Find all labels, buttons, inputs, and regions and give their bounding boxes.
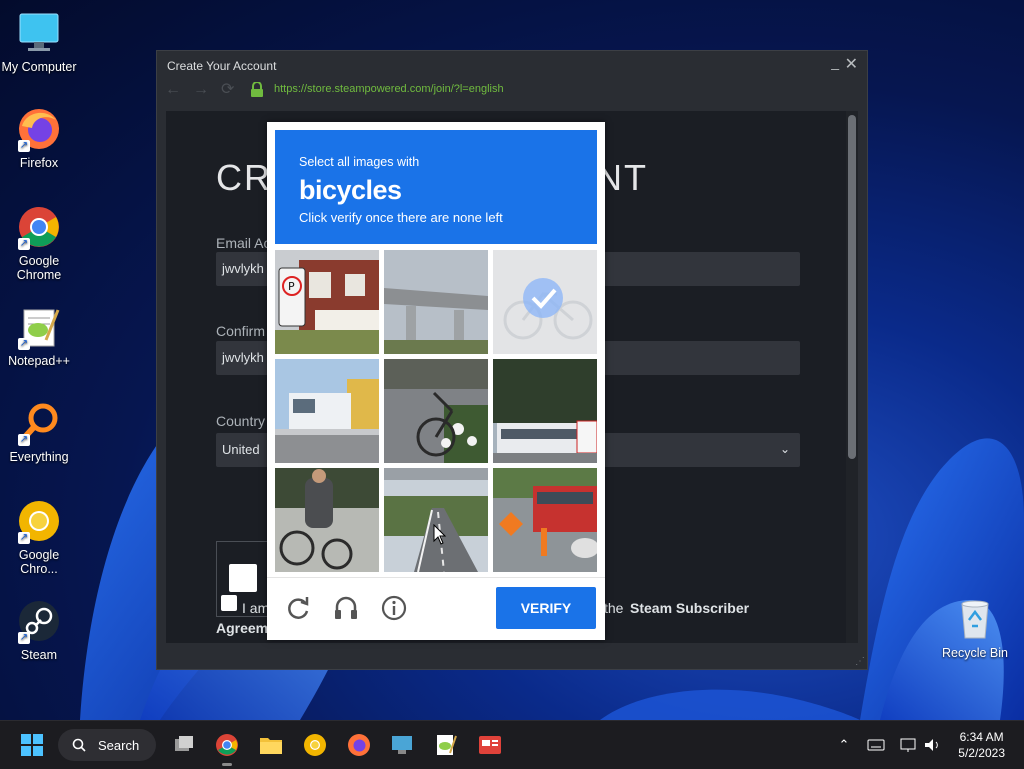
notepadpp-taskbar-icon[interactable] [434,733,458,757]
verify-button[interactable]: VERIFY [496,587,596,629]
confirm-email-value: jwvlykh [222,350,264,365]
desktop-icon-label: Everything [9,450,69,464]
captcha-tile[interactable] [275,468,379,572]
captcha-tile[interactable]: P [275,250,379,354]
task-view-icon[interactable] [172,733,196,757]
captcha-tile[interactable] [384,468,488,572]
forward-arrow-icon[interactable]: → [193,81,209,99]
keyboard-icon[interactable] [866,735,886,755]
chrome-canary-taskbar-icon[interactable] [303,733,327,757]
shortcut-arrow-icon: ↗ [18,140,30,152]
email-label: Email Ac [216,235,271,251]
captcha-tile-selected[interactable] [493,250,597,354]
back-arrow-icon[interactable]: ← [165,81,181,99]
captcha-tile[interactable] [493,468,597,572]
captcha-tile[interactable] [384,359,488,463]
agreement-link-line2[interactable]: Agreem [216,620,268,636]
desktop-icon-label: Google Chrome [16,254,62,282]
email-value: jwvlykh [222,261,264,276]
nav-bar: ← → ⟳ https://store.steampowered.com/joi… [165,81,855,99]
resize-grip-icon[interactable]: ⋰ [855,656,865,667]
scrollbar[interactable] [846,111,858,643]
svg-text:P: P [288,280,295,293]
lock-icon [251,82,263,97]
hcaptcha-challenge: Select all images with bicycles Click ve… [267,122,605,640]
recaptcha-checkbox[interactable] [229,564,257,592]
desktop-icon-steam[interactable]: ↗ Steam [0,598,78,662]
captcha-subtitle: Select all images with [299,155,420,169]
desktop-icon-google-chrome-canary[interactable]: ↗ Google Chro... [0,498,78,576]
desktop-icon-google-chrome[interactable]: ↗ Google Chrome [0,204,78,282]
shortcut-arrow-icon: ↗ [18,338,30,350]
remote-desktop-icon[interactable] [390,733,414,757]
monitor-icon [19,13,59,51]
refresh-icon[interactable] [284,594,312,622]
shortcut-arrow-icon: ↗ [18,532,30,544]
subscriber-agreement-link[interactable]: Steam Subscriber [630,600,749,616]
shortcut-arrow-icon: ↗ [18,434,30,446]
desktop-icon-label: Google Chro... [18,548,60,576]
window-title: Create Your Account [167,59,277,73]
country-value: United [222,442,260,457]
refresh-icon[interactable]: ⟳ [221,81,234,99]
captcha-prompt: Select all images with bicycles Click ve… [275,130,597,244]
captcha-instruction: Click verify once there are none left [299,210,503,225]
agree-text-prefix: I am [242,600,270,616]
chrome-taskbar-icon[interactable] [215,733,239,757]
recycle-bin-icon [961,600,989,639]
volume-icon[interactable] [922,735,942,755]
taskbar-search[interactable]: Search [58,729,156,761]
clock-time: 6:34 AM [959,730,1004,744]
shortcut-arrow-icon: ↗ [18,632,30,644]
search-label: Search [98,738,140,753]
windows-start-icon[interactable] [20,733,44,757]
firefox-taskbar-icon[interactable] [347,733,371,757]
headphones-icon[interactable] [332,594,360,622]
desktop-icon-my-computer[interactable]: My Computer [0,10,78,74]
desktop-icon-label: Notepad++ [8,354,70,368]
country-label: Country [216,413,266,429]
active-indicator [222,763,232,766]
address-url[interactable]: https://store.steampowered.com/join/?l=e… [274,83,504,95]
captcha-tile[interactable] [275,359,379,463]
captcha-tile[interactable] [493,359,597,463]
shortcut-arrow-icon: ↗ [18,238,30,250]
desktop-icon-notepadpp[interactable]: ↗ Notepad++ [0,304,78,368]
captcha-footer-divider [267,577,605,578]
desktop-icon-firefox[interactable]: ↗ Firefox [0,106,78,170]
check-icon [523,278,563,318]
captcha-object: bicycles [299,175,402,205]
minimize-button[interactable]: _ [831,54,839,70]
news-app-icon[interactable] [478,733,502,757]
network-icon[interactable] [898,735,918,755]
close-button[interactable]: ✕ [845,54,858,74]
agree-checkbox[interactable] [221,595,237,611]
agree-text-mid: the [604,600,624,616]
clock-date: 5/2/2023 [958,746,1005,760]
desktop-icon-label: Firefox [19,156,59,170]
desktop-icon-label: Recycle Bin [942,646,1008,660]
desktop-icon-recycle-bin[interactable]: Recycle Bin [936,596,1014,660]
info-icon[interactable] [380,594,408,622]
taskbar: Search ⌃ 6:34 AM 5/2/2023 [0,720,1024,769]
captcha-tile[interactable] [384,250,488,354]
chevron-up-icon[interactable]: ⌃ [834,735,854,755]
chevron-down-icon: ⌄ [779,442,790,456]
desktop-icon-label: My Computer [1,60,77,74]
desktop-icon-everything[interactable]: ↗ Everything [0,400,78,464]
search-icon [72,738,86,752]
file-explorer-icon[interactable] [259,733,283,757]
confirm-email-label: Confirm [216,323,266,339]
desktop-icon-label: Steam [20,648,58,662]
mouse-cursor-icon [433,524,447,545]
system-clock[interactable]: 6:34 AM 5/2/2023 [958,729,1005,761]
scroll-thumb[interactable] [848,115,856,459]
